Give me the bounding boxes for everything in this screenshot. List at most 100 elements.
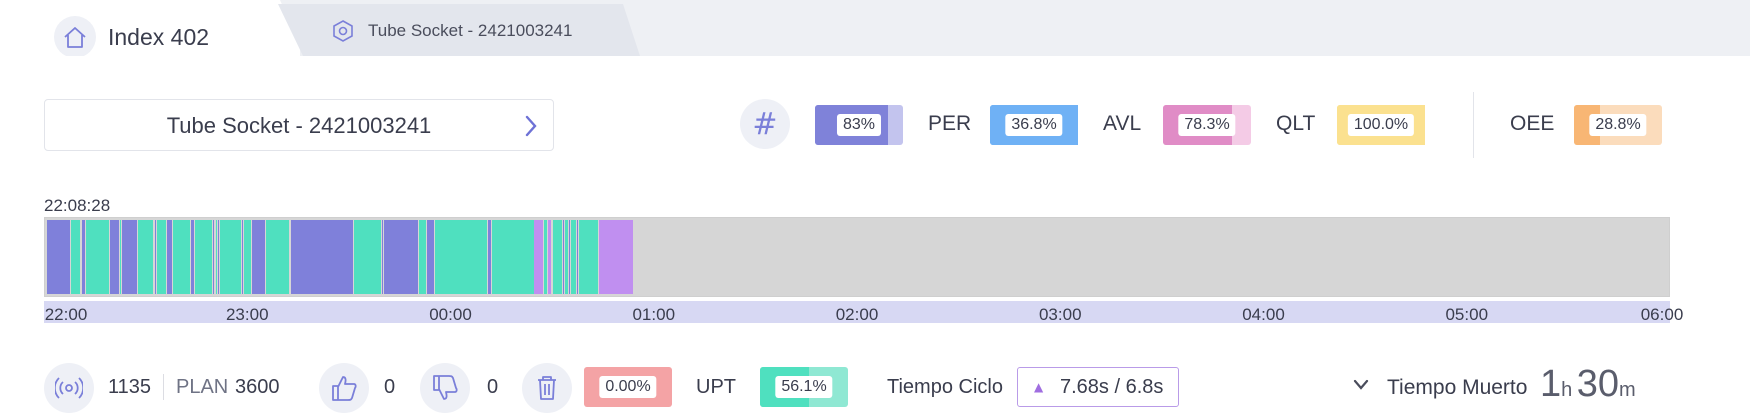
dislikes-count: 0 <box>487 376 499 398</box>
timeline-segment-run[interactable] <box>86 220 109 294</box>
dead-time-label: Tiempo Muerto <box>1387 376 1528 399</box>
thumbs-up-icon[interactable] <box>319 363 369 413</box>
timeline-start-time: 22:08:28 <box>44 196 111 215</box>
kpi-value: 78.3% <box>1178 114 1236 136</box>
timeline-segment-run[interactable] <box>220 220 241 294</box>
timeline-tick-label: 04:00 <box>1242 305 1285 324</box>
timeline-segment-run[interactable] <box>571 220 576 294</box>
timeline-segment-stop[interactable] <box>82 220 85 294</box>
timeline-segment-stop[interactable] <box>488 220 491 294</box>
timeline-segment-run[interactable] <box>553 220 562 294</box>
timeline-segment-stop[interactable] <box>252 220 265 294</box>
scrap-percent-value: 0.00% <box>599 376 657 398</box>
timeline-segment-run[interactable] <box>157 220 166 294</box>
cycle-time-box[interactable]: ▲ 7.68s / 6.8s <box>1017 367 1179 407</box>
timeline-segment-stop[interactable] <box>110 220 119 294</box>
timeline-tick-label: 22:00 <box>44 305 88 324</box>
timeline-segment-setup[interactable] <box>548 220 551 294</box>
timeline-tick-label: 01:00 <box>632 305 676 324</box>
timeline-tick-label: 06:00 <box>1640 305 1684 324</box>
timeline-segment-run[interactable] <box>544 220 547 294</box>
upt-value: 56.1% <box>775 376 833 398</box>
kpi-label: QLT <box>1276 112 1316 135</box>
kpi-badge: 78.3% <box>1163 105 1251 145</box>
timeline-segment-run[interactable] <box>244 220 251 294</box>
scrap-percent-badge: 0.00% <box>584 367 672 407</box>
kpi-label: AVL <box>1103 112 1142 135</box>
production-timeline[interactable] <box>44 217 1670 297</box>
timeline-tick-label: 00:00 <box>429 305 472 324</box>
tab-part[interactable]: Tube Socket - 2421003241 <box>278 4 640 56</box>
signal-icon[interactable] <box>44 363 94 413</box>
kpi-label: PER <box>928 112 972 135</box>
upt-badge: 56.1% <box>760 367 848 407</box>
part-selector-label: Tube Socket - 2421003241 <box>166 113 432 138</box>
timeline-segment-run[interactable] <box>565 220 568 294</box>
dead-hours-unit: h <box>1561 379 1573 401</box>
timeline-segment-stop[interactable] <box>167 220 172 294</box>
kpi-value: 36.8% <box>1005 114 1063 136</box>
timeline-segment-stop[interactable] <box>242 220 243 294</box>
timeline-segment-run[interactable] <box>435 220 487 294</box>
kpi-value: 28.8% <box>1589 114 1647 136</box>
timeline-segment-stop[interactable] <box>122 220 137 294</box>
timeline-segment-stop[interactable] <box>155 220 156 294</box>
home-icon[interactable] <box>54 16 96 56</box>
kpi-badge: 83% <box>815 105 903 145</box>
chevron-down-icon[interactable] <box>1352 378 1370 397</box>
triangle-up-icon: ▲ <box>1034 380 1044 394</box>
part-selector[interactable]: Tube Socket - 2421003241 <box>44 99 554 151</box>
page-title: Index 402 <box>108 24 210 50</box>
stat-separator <box>163 374 164 400</box>
kpi-badge: 36.8% <box>990 105 1078 145</box>
tab-part-label: Tube Socket - 2421003241 <box>368 21 573 40</box>
timeline-segment-setup[interactable] <box>599 220 633 294</box>
timeline-segment-run[interactable] <box>419 220 426 294</box>
kpi-value: 100.0% <box>1347 114 1415 136</box>
dead-minutes-unit: m <box>1619 379 1636 401</box>
timeline-segment-setup[interactable] <box>534 220 543 294</box>
timeline-segment-stop[interactable] <box>577 220 578 294</box>
timeline-segment-stop[interactable] <box>191 220 194 294</box>
timeline-segment-stop[interactable] <box>218 220 219 294</box>
trash-icon[interactable] <box>522 363 572 413</box>
timeline-segment-run[interactable] <box>195 220 212 294</box>
thumbs-down-icon[interactable] <box>420 363 470 413</box>
count-value: 1135 <box>108 376 152 398</box>
dead-hours: 1 <box>1540 363 1562 405</box>
timeline-segment-stop[interactable] <box>291 220 353 294</box>
metrics-divider <box>1473 92 1474 158</box>
timeline-segment-stop[interactable] <box>382 220 383 294</box>
timeline-segment-run[interactable] <box>354 220 381 294</box>
timeline-tick-label: 03:00 <box>1038 305 1082 324</box>
timeline-segment-run[interactable] <box>266 220 289 294</box>
timeline-tick-label: 23:00 <box>225 305 269 324</box>
kpi-value: 83% <box>836 114 882 136</box>
dead-minutes: 30 <box>1576 363 1619 405</box>
timeline-segment-run[interactable] <box>579 220 598 294</box>
kpi-badge: 100.0% <box>1337 105 1425 145</box>
cycle-time-label: Tiempo Ciclo <box>887 376 1003 398</box>
timeline-segment-stop[interactable] <box>47 220 70 294</box>
kpi-badge: 28.8% <box>1574 105 1662 145</box>
timeline-segment-run[interactable] <box>138 220 153 294</box>
timeline-segment-run[interactable] <box>173 220 190 294</box>
timeline-segment-run[interactable] <box>71 220 80 294</box>
timeline-tick-label: 05:00 <box>1445 305 1489 324</box>
timeline-segment-stop[interactable] <box>384 220 418 294</box>
timeline-segment-stop[interactable] <box>563 220 564 294</box>
dead-time-value: 1h 30m <box>1540 363 1636 406</box>
timeline-segment-stop[interactable] <box>213 220 214 294</box>
plan-label: PLAN <box>176 376 229 398</box>
chevron-right-icon[interactable] <box>523 114 539 143</box>
tab-home[interactable]: Index 402 <box>0 0 300 56</box>
timeline-segment-run[interactable] <box>120 220 121 294</box>
likes-count: 0 <box>384 376 396 398</box>
timeline-segment-run[interactable] <box>216 220 217 294</box>
timeline-segment-stop[interactable] <box>569 220 570 294</box>
timeline-segment-stop[interactable] <box>427 220 434 294</box>
timeline-segment-run[interactable] <box>492 220 534 294</box>
hash-icon[interactable]: # <box>740 99 790 149</box>
upt-label: UPT <box>696 376 736 398</box>
kpi-label: OEE <box>1510 112 1555 135</box>
